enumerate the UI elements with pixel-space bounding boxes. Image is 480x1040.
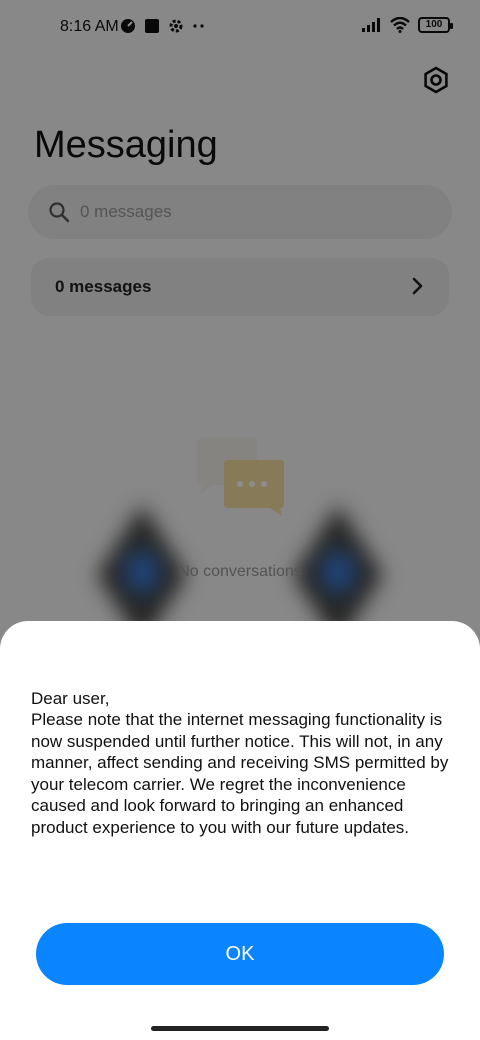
ok-button[interactable]: OK	[36, 923, 444, 985]
home-indicator[interactable]	[151, 1026, 329, 1031]
notice-dialog: Dear user, Please note that the internet…	[0, 621, 480, 1040]
dialog-greeting: Dear user,	[31, 689, 110, 708]
dialog-message: Please note that the internet messaging …	[31, 710, 449, 837]
